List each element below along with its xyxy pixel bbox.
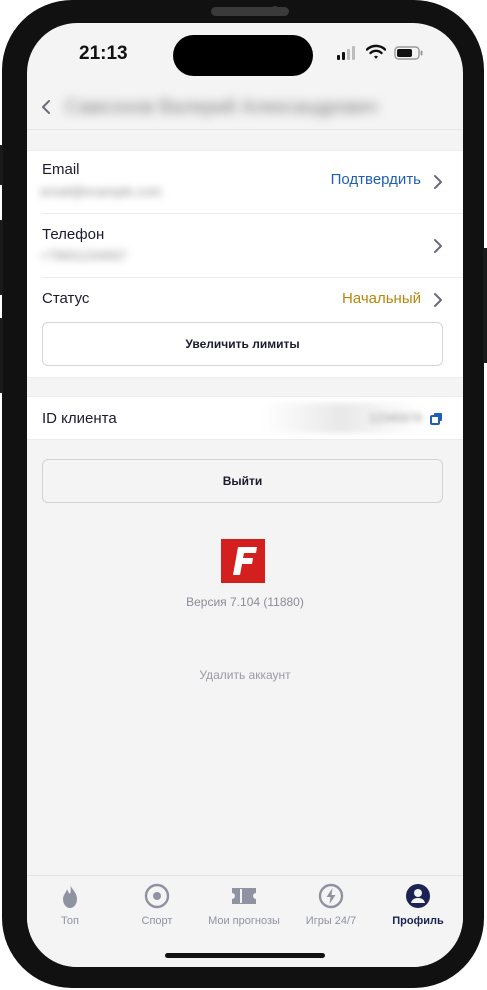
client-id-label: ID клиента [42,410,117,427]
mute-switch [0,145,3,185]
fonbet-logo [221,539,265,583]
email-value: email@example.com [40,184,162,199]
power-button [483,248,487,363]
nav-label: Мои прогнозы [208,915,280,927]
volume-down-button [0,318,3,393]
home-indicator [165,953,325,958]
nav-item-profile[interactable]: Профиль [375,882,461,927]
phone-frame: 21:13 Самсонов Валерий Александрович Ema… [0,0,487,988]
chevron-right-icon [434,293,442,307]
client-id-row: ID клиента 12345678 [27,396,463,440]
volume-up-button [0,220,3,295]
status-label: Статус [42,290,90,307]
nav-item-games[interactable]: Игры 24/7 [288,882,374,927]
nav-item-my-bets[interactable]: Мои прогнозы [201,882,287,927]
copy-icon[interactable] [430,412,443,425]
front-camera [270,6,280,16]
phone-row[interactable]: Телефон +79001234567 [27,214,463,277]
nav-label: Профиль [392,915,444,927]
back-chevron-icon[interactable] [40,97,52,117]
flame-icon [63,883,77,908]
nav-label: Топ [61,915,79,927]
page-header: Самсонов Валерий Александрович [27,85,463,130]
nav-item-sport[interactable]: Спорт [114,882,200,927]
increase-limits-button[interactable]: Увеличить лимиты [42,322,443,366]
page-title: Самсонов Валерий Александрович [65,97,378,118]
cellular-signal-icon [337,46,355,60]
status-row[interactable]: Статус Начальный [27,278,463,318]
screen: 21:13 Самсонов Валерий Александрович Ema… [27,23,463,967]
chevron-right-icon [434,239,442,253]
logout-button[interactable]: Выйти [42,459,443,503]
nav-label: Спорт [141,915,173,927]
chevron-right-icon [434,175,442,189]
battery-icon [394,46,423,60]
email-row[interactable]: Email email@example.com Подтвердить [27,151,463,213]
status-time: 21:13 [79,43,128,64]
target-icon [144,883,170,908]
delete-account-link[interactable]: Удалить аккаунт [27,668,463,682]
user-icon [406,883,430,908]
lightning-icon [318,883,344,908]
nav-item-top[interactable]: Топ [27,882,113,927]
status-value: Начальный [341,290,421,307]
confirm-email-link[interactable]: Подтвердить [331,171,421,188]
dynamic-island [173,35,313,76]
ticket-icon [232,887,256,904]
phone-value: +79001234567 [40,248,128,263]
wifi-icon [366,44,386,59]
client-id-value: 12345678 [262,403,422,433]
app-version: Версия 7.104 (11880) [186,595,304,609]
phone-label: Телефон [42,226,105,243]
profile-card: Email email@example.com Подтвердить Теле… [27,150,463,378]
email-label: Email [42,161,80,178]
nav-label: Игры 24/7 [305,915,357,927]
